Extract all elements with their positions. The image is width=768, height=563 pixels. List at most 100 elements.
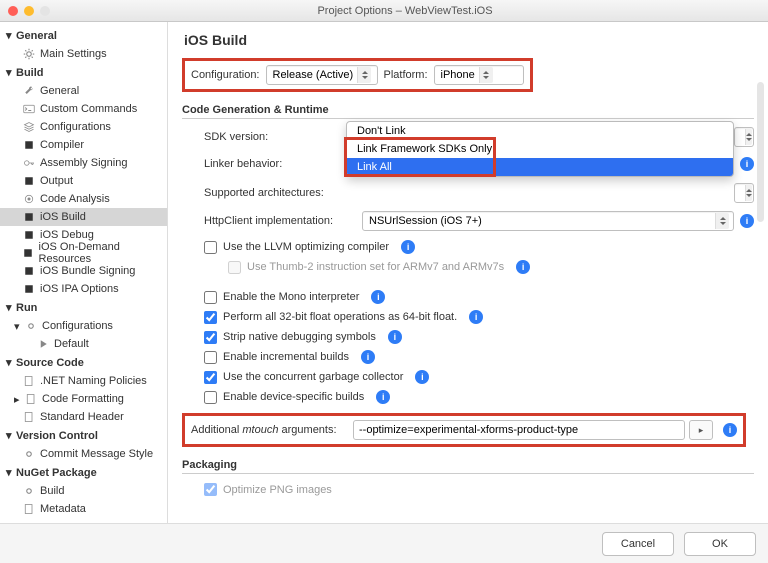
titlebar: Project Options – WebViewTest.iOS — [0, 0, 768, 22]
sidebar-item-commit-style[interactable]: Commit Message Style — [0, 445, 167, 463]
sidebar-item-compiler[interactable]: Compiler — [0, 136, 167, 154]
sidebar-item-ios-ipa[interactable]: iOS IPA Options — [0, 280, 167, 298]
sidebar-section-source[interactable]: ▾Source Code — [0, 353, 167, 372]
chevron-updown-icon — [715, 213, 729, 229]
dark-rect-icon — [22, 210, 36, 224]
highlight-mtouch: Additional mtouch arguments: i — [182, 413, 746, 447]
info-icon[interactable]: i — [516, 260, 530, 274]
sidebar-item-run-configurations[interactable]: ▾Configurations — [0, 317, 167, 335]
linker-label: Linker behavior: — [204, 158, 362, 170]
sidebar-item-assembly-signing[interactable]: Assembly Signing — [0, 154, 167, 172]
target-icon — [22, 192, 36, 206]
window-controls — [8, 6, 50, 16]
sidebar-section-nuget[interactable]: ▾NuGet Package — [0, 463, 167, 482]
cb-float[interactable]: Perform all 32-bit float operations as 6… — [182, 307, 754, 327]
info-icon[interactable]: i — [740, 214, 754, 228]
dialog-footer: Cancel OK — [0, 523, 768, 563]
cb-incr[interactable]: Enable incremental buildsi — [182, 347, 754, 367]
scrollbar[interactable] — [757, 82, 764, 222]
info-icon[interactable]: i — [415, 370, 429, 384]
sidebar: ▾General Main Settings ▾Build General Cu… — [0, 22, 168, 523]
dark-rect-icon — [22, 174, 36, 188]
info-icon[interactable]: i — [401, 240, 415, 254]
info-icon[interactable]: i — [376, 390, 390, 404]
sidebar-item-configurations[interactable]: Configurations — [0, 118, 167, 136]
platform-label: Platform: — [384, 69, 428, 81]
cb-png[interactable]: Optimize PNG images — [182, 480, 754, 499]
cb-device[interactable]: Enable device-specific buildsi — [182, 387, 754, 407]
linker-option-dont-link[interactable]: Don't Link — [347, 122, 733, 140]
http-label: HttpClient implementation: — [204, 215, 362, 227]
sidebar-section-vc[interactable]: ▾Version Control — [0, 426, 167, 445]
linker-option-framework-only[interactable]: Link Framework SDKs Only — [347, 140, 733, 158]
sdk-label: SDK version: — [204, 131, 362, 143]
cb-llvm[interactable]: Use the LLVM optimizing compileri — [182, 237, 754, 257]
key-icon — [22, 156, 36, 170]
main-panel: iOS Build Configuration: Release (Active… — [168, 22, 768, 523]
chevron-updown-icon — [357, 67, 371, 83]
dark-rect-icon — [22, 138, 36, 152]
arch-label: Supported architectures: — [204, 187, 362, 199]
mtouch-label: Additional mtouch arguments: — [191, 424, 349, 436]
sidebar-section-build[interactable]: ▾Build — [0, 63, 167, 82]
cb-gc[interactable]: Use the concurrent garbage collectori — [182, 367, 754, 387]
section-codegen: Code Generation & Runtime — [182, 104, 754, 119]
sidebar-item-ios-ondemand[interactable]: iOS On-Demand Resources — [0, 244, 167, 262]
gear-icon — [22, 47, 36, 61]
sidebar-section-tinon[interactable]: ▾Tinon — [0, 518, 167, 523]
sidebar-item-general[interactable]: General — [0, 82, 167, 100]
sidebar-item-run-default[interactable]: Default — [0, 335, 167, 353]
doc-icon — [22, 374, 36, 388]
cb-thumb: Use Thumb-2 instruction set for ARMv7 an… — [182, 257, 754, 277]
config-label: Configuration: — [191, 69, 260, 81]
platform-combo[interactable]: iPhone — [434, 65, 524, 85]
info-icon[interactable]: i — [723, 423, 737, 437]
dark-rect-icon — [22, 282, 36, 296]
sidebar-item-ios-build[interactable]: iOS Build — [0, 208, 167, 226]
doc-icon — [24, 392, 38, 406]
gear-icon — [22, 447, 36, 461]
mtouch-input[interactable] — [353, 420, 685, 440]
cb-strip[interactable]: Strip native debugging symbolsi — [182, 327, 754, 347]
http-combo[interactable]: NSUrlSession (iOS 7+) — [362, 211, 734, 231]
linker-dropdown[interactable]: Don't Link Link Framework SDKs Only Link… — [346, 121, 734, 177]
mtouch-expand-button[interactable] — [689, 420, 713, 440]
cb-mono[interactable]: Enable the Mono interpreteri — [182, 287, 754, 307]
sidebar-item-std-header[interactable]: Standard Header — [0, 408, 167, 426]
sidebar-item-main-settings[interactable]: Main Settings — [0, 45, 167, 63]
chevron-updown-icon — [479, 67, 493, 83]
window-title: Project Options – WebViewTest.iOS — [50, 5, 760, 17]
info-icon[interactable]: i — [740, 157, 754, 171]
ok-button[interactable]: OK — [684, 532, 756, 556]
info-icon[interactable]: i — [469, 310, 483, 324]
zoom-icon — [40, 6, 50, 16]
sidebar-item-nuget-metadata[interactable]: Metadata — [0, 500, 167, 518]
chevron-updown-icon — [745, 129, 752, 145]
chevron-updown-icon — [745, 185, 752, 201]
doc-icon — [22, 410, 36, 424]
linker-option-link-all[interactable]: Link All — [347, 158, 733, 176]
cancel-button[interactable]: Cancel — [602, 532, 674, 556]
minimize-icon[interactable] — [24, 6, 34, 16]
sidebar-section-general[interactable]: ▾General — [0, 26, 167, 45]
config-combo[interactable]: Release (Active) — [266, 65, 378, 85]
gear-icon — [22, 484, 36, 498]
sidebar-item-nuget-build[interactable]: Build — [0, 482, 167, 500]
close-icon[interactable] — [8, 6, 18, 16]
sidebar-item-output[interactable]: Output — [0, 172, 167, 190]
sidebar-item-code-formatting[interactable]: ▸Code Formatting — [0, 390, 167, 408]
info-icon[interactable]: i — [388, 330, 402, 344]
dark-rect-icon — [22, 246, 35, 260]
highlight-config-platform: Configuration: Release (Active) Platform… — [182, 58, 533, 92]
sidebar-section-run[interactable]: ▾Run — [0, 298, 167, 317]
info-icon[interactable]: i — [371, 290, 385, 304]
sidebar-item-code-analysis[interactable]: Code Analysis — [0, 190, 167, 208]
layers-icon — [22, 120, 36, 134]
info-icon[interactable]: i — [361, 350, 375, 364]
arch-combo[interactable] — [734, 183, 754, 203]
sidebar-item-naming[interactable]: .NET Naming Policies — [0, 372, 167, 390]
wrench-icon — [22, 84, 36, 98]
terminal-icon — [22, 102, 36, 116]
sdk-combo[interactable] — [734, 127, 754, 147]
sidebar-item-custom-commands[interactable]: Custom Commands — [0, 100, 167, 118]
